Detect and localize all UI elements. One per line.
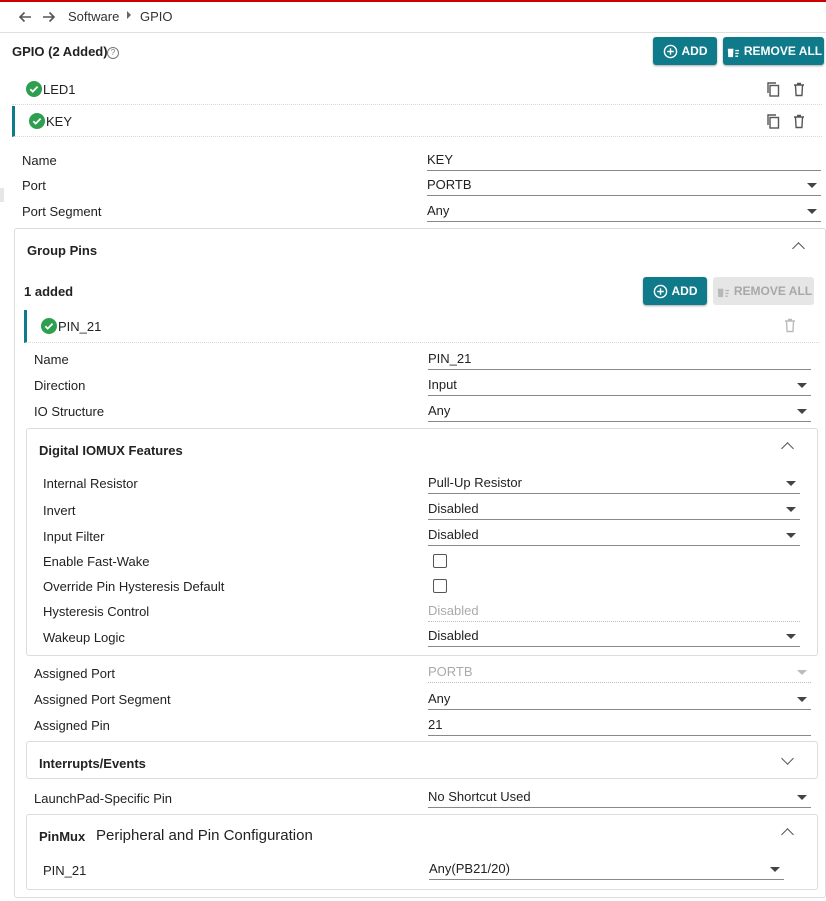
override-hysteresis-checkbox[interactable]: [433, 579, 447, 593]
pin-item-label: PIN_21: [58, 319, 102, 334]
port-value: PORTB: [427, 177, 472, 192]
interrupts-events-title: Interrupts/Events: [39, 756, 146, 771]
remove-all-icon: [716, 285, 729, 297]
check-circle-icon: [29, 113, 45, 129]
assigned-port-segment-label: Assigned Port Segment: [34, 692, 171, 707]
pin-item-pin21[interactable]: PIN_21: [24, 310, 819, 343]
gpio-remove-all-label: REMOVE ALL: [743, 44, 823, 58]
trash-icon[interactable]: [791, 81, 807, 97]
invert-value: Disabled: [428, 501, 479, 516]
fast-wake-checkbox[interactable]: [433, 554, 447, 568]
port-segment-label: Port Segment: [22, 204, 102, 219]
gpio-section-title: GPIO (2 Added): [12, 44, 108, 59]
gpio-item-led1[interactable]: LED1: [12, 74, 822, 105]
internal-resistor-dropdown[interactable]: Pull-Up Resistor: [428, 473, 800, 494]
port-segment-dropdown[interactable]: Any: [427, 201, 821, 222]
name-value: KEY: [427, 152, 454, 167]
copy-icon[interactable]: [765, 113, 781, 129]
group-pins-count: 1 added: [24, 284, 74, 299]
back-arrow-icon[interactable]: [16, 8, 34, 26]
direction-value: Input: [428, 377, 457, 392]
launchpad-pin-value: No Shortcut Used: [428, 789, 531, 804]
add-circle-icon: [663, 44, 677, 58]
assigned-pin-input[interactable]: 21: [428, 715, 811, 736]
pin-name-value: PIN_21: [428, 351, 472, 366]
invert-dropdown[interactable]: Disabled: [428, 499, 800, 520]
assigned-port-value: PORTB: [428, 664, 473, 679]
group-pins-remove-all-label: REMOVE ALL: [733, 284, 813, 298]
forward-arrow-icon[interactable]: [40, 8, 58, 26]
input-filter-label: Input Filter: [43, 529, 105, 544]
io-structure-dropdown[interactable]: Any: [428, 401, 811, 422]
breadcrumb-separator-icon: [127, 11, 131, 19]
trash-icon[interactable]: [791, 113, 807, 129]
group-pins-remove-all-button[interactable]: REMOVE ALL: [713, 277, 814, 305]
fast-wake-label: Enable Fast-Wake: [43, 554, 150, 569]
internal-resistor-label: Internal Resistor: [43, 476, 138, 491]
invert-label: Invert: [43, 503, 76, 518]
pin-name-input[interactable]: PIN_21: [428, 349, 811, 370]
gpio-add-button[interactable]: ADD: [653, 37, 717, 65]
override-hysteresis-label: Override Pin Hysteresis Default: [43, 579, 225, 594]
assigned-port-label: Assigned Port: [34, 666, 115, 681]
launchpad-pin-dropdown[interactable]: No Shortcut Used: [428, 787, 811, 808]
digital-iomux-title: Digital IOMUX Features: [39, 443, 183, 458]
copy-icon[interactable]: [765, 81, 781, 97]
io-structure-label: IO Structure: [34, 404, 105, 419]
assigned-pin-label: Assigned Pin: [34, 718, 110, 733]
breadcrumb: Software GPIO: [0, 2, 826, 33]
hysteresis-control-field: Disabled: [428, 601, 800, 622]
gpio-add-label: ADD: [681, 44, 708, 58]
left-edge-handle: [0, 188, 4, 202]
breadcrumb-item-software[interactable]: Software: [68, 9, 119, 24]
group-pins-add-label: ADD: [671, 284, 698, 298]
add-circle-icon: [653, 284, 667, 298]
check-circle-icon: [41, 318, 57, 334]
pin-name-label: Name: [34, 352, 69, 367]
pinmux-subtitle: Peripheral and Pin Configuration: [96, 827, 313, 844]
assigned-port-dropdown: PORTB: [428, 662, 811, 683]
wakeup-logic-dropdown[interactable]: Disabled: [428, 626, 800, 647]
gpio-remove-all-button[interactable]: REMOVE ALL: [723, 37, 824, 65]
remove-all-icon: [726, 45, 739, 57]
assigned-port-segment-value: Any: [428, 691, 451, 706]
pinmux-pin-value: Any(PB21/20): [429, 861, 510, 876]
pinmux-title: PinMux: [39, 829, 86, 844]
wakeup-logic-value: Disabled: [428, 628, 479, 643]
hysteresis-control-value: Disabled: [428, 603, 479, 618]
help-icon[interactable]: ?: [107, 47, 119, 59]
gpio-item-key[interactable]: KEY: [12, 106, 822, 137]
name-label: Name: [22, 153, 57, 168]
io-structure-value: Any: [428, 403, 451, 418]
input-filter-dropdown[interactable]: Disabled: [428, 525, 800, 546]
name-input[interactable]: KEY: [427, 150, 821, 171]
wakeup-logic-label: Wakeup Logic: [43, 630, 125, 645]
port-segment-value: Any: [427, 203, 450, 218]
check-circle-icon: [26, 81, 42, 97]
launchpad-pin-label: LaunchPad-Specific Pin: [34, 791, 173, 806]
group-pins-title: Group Pins: [27, 243, 98, 258]
group-pins-add-button[interactable]: ADD: [643, 277, 707, 305]
gpio-item-label: KEY: [46, 114, 73, 129]
direction-label: Direction: [34, 378, 86, 393]
hysteresis-control-label: Hysteresis Control: [43, 604, 150, 619]
pinmux-pin-dropdown[interactable]: Any(PB21/20): [429, 859, 784, 880]
port-dropdown[interactable]: PORTB: [427, 175, 821, 196]
port-label: Port: [22, 178, 46, 193]
trash-icon[interactable]: [782, 317, 798, 333]
pinmux-pin-label: PIN_21: [43, 863, 87, 878]
internal-resistor-value: Pull-Up Resistor: [428, 475, 522, 490]
breadcrumb-item-gpio: GPIO: [140, 9, 173, 24]
direction-dropdown[interactable]: Input: [428, 375, 811, 396]
input-filter-value: Disabled: [428, 527, 479, 542]
assigned-pin-value: 21: [428, 717, 443, 732]
gpio-item-label: LED1: [43, 82, 76, 97]
assigned-port-segment-dropdown[interactable]: Any: [428, 689, 811, 710]
